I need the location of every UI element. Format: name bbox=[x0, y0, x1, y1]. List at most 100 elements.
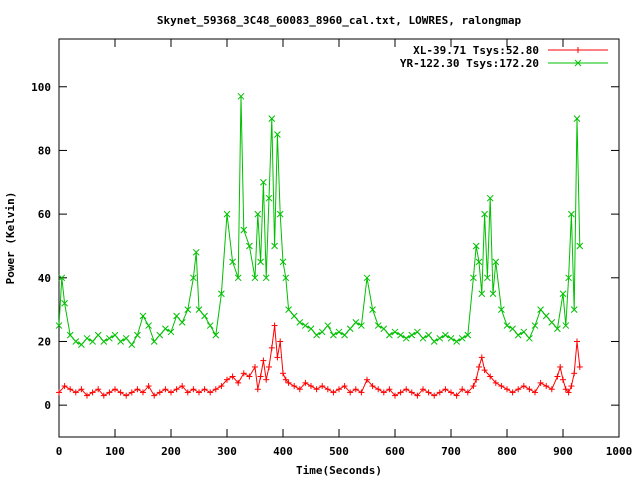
data-point bbox=[436, 334, 444, 342]
plot-frame bbox=[58, 38, 620, 438]
data-point bbox=[212, 386, 219, 393]
data-point bbox=[290, 312, 298, 320]
data-point bbox=[509, 389, 516, 396]
y-tick-label: 0 bbox=[44, 399, 51, 412]
data-point bbox=[431, 392, 438, 399]
legend: XL-39.71 Tsys:52.80YR-122.30 Tsys:172.20 bbox=[400, 44, 608, 70]
data-point bbox=[167, 328, 175, 336]
data-point bbox=[397, 389, 404, 396]
data-point bbox=[277, 338, 284, 345]
data-point bbox=[374, 322, 382, 329]
data-point bbox=[72, 338, 80, 345]
legend-marker-0 bbox=[575, 47, 581, 53]
data-point bbox=[557, 363, 564, 370]
data-point bbox=[134, 331, 141, 339]
data-point bbox=[252, 363, 258, 370]
data-point bbox=[307, 325, 315, 333]
data-point bbox=[380, 389, 387, 396]
data-point bbox=[112, 386, 118, 393]
data-point bbox=[145, 322, 152, 329]
data-point bbox=[554, 373, 561, 380]
data-point bbox=[139, 312, 147, 320]
data-point bbox=[178, 319, 186, 326]
data-point bbox=[574, 338, 580, 345]
data-point bbox=[408, 389, 415, 396]
data-point bbox=[408, 331, 416, 339]
y-tick-label: 20 bbox=[38, 335, 51, 348]
data-point bbox=[571, 370, 578, 377]
y-tick-label: 80 bbox=[38, 144, 51, 157]
data-point bbox=[520, 328, 528, 336]
data-point bbox=[128, 341, 136, 349]
data-point bbox=[207, 389, 214, 396]
series-layer bbox=[55, 92, 584, 399]
x-tick-label: 1000 bbox=[606, 445, 633, 458]
data-point bbox=[476, 363, 482, 370]
x-tick-label: 100 bbox=[105, 445, 125, 458]
data-point bbox=[240, 370, 247, 377]
data-point bbox=[151, 392, 158, 399]
data-point bbox=[478, 354, 485, 361]
data-point bbox=[498, 383, 505, 390]
y-tick-label: 100 bbox=[31, 81, 51, 94]
data-point bbox=[94, 331, 102, 339]
data-point bbox=[453, 338, 460, 345]
data-point bbox=[168, 389, 174, 396]
data-point bbox=[266, 363, 272, 370]
data-point bbox=[448, 389, 454, 396]
data-point bbox=[324, 386, 331, 393]
data-point bbox=[173, 312, 180, 320]
data-point bbox=[128, 389, 135, 396]
data-point bbox=[537, 306, 544, 313]
data-point bbox=[268, 344, 275, 351]
data-point bbox=[201, 312, 208, 320]
data-point bbox=[442, 386, 449, 393]
data-point bbox=[274, 354, 281, 361]
data-point bbox=[531, 322, 539, 329]
data-point bbox=[336, 386, 342, 393]
data-point bbox=[330, 331, 337, 339]
data-point bbox=[503, 322, 511, 329]
data-point bbox=[134, 386, 141, 393]
data-point bbox=[548, 386, 555, 393]
data-point bbox=[425, 331, 432, 339]
x-tick-label: 600 bbox=[385, 445, 405, 458]
data-point bbox=[352, 319, 360, 326]
x-tick-label: 200 bbox=[161, 445, 181, 458]
data-point bbox=[520, 383, 527, 390]
data-point bbox=[576, 363, 583, 370]
data-point bbox=[548, 319, 556, 326]
legend-label-1: YR-122.30 Tsys:172.20 bbox=[400, 57, 539, 70]
data-point bbox=[341, 331, 348, 339]
data-point bbox=[514, 331, 522, 339]
data-point bbox=[509, 325, 516, 333]
data-point bbox=[106, 389, 113, 396]
data-point bbox=[402, 334, 410, 342]
data-point bbox=[319, 383, 326, 390]
data-point bbox=[67, 386, 74, 393]
data-point bbox=[72, 389, 79, 396]
data-point bbox=[190, 386, 197, 393]
series-1 bbox=[55, 92, 584, 349]
data-point bbox=[447, 334, 455, 342]
data-point bbox=[280, 370, 286, 377]
data-point bbox=[425, 389, 432, 396]
x-tick-label: 400 bbox=[273, 445, 293, 458]
data-point bbox=[380, 325, 388, 333]
x-axis-title: Time(Seconds) bbox=[296, 464, 382, 477]
data-point bbox=[117, 389, 124, 396]
data-point bbox=[375, 386, 382, 393]
data-point bbox=[391, 328, 399, 336]
y-tick-label: 40 bbox=[38, 272, 51, 285]
data-point bbox=[358, 389, 365, 396]
data-point bbox=[542, 312, 550, 320]
data-point bbox=[123, 392, 130, 399]
x-axis: 0 100 200 300 400 500 600 700 800 900 1000 bbox=[56, 39, 633, 458]
data-point bbox=[543, 383, 550, 390]
chart-title: Skynet_59368_3C48_60083_8960_cal.txt, LO… bbox=[157, 14, 522, 27]
data-point bbox=[246, 373, 253, 380]
legend-label-0: XL-39.71 Tsys:52.80 bbox=[413, 44, 539, 57]
data-point bbox=[162, 325, 169, 333]
data-point bbox=[100, 338, 108, 345]
x-tick-label: 700 bbox=[441, 445, 461, 458]
